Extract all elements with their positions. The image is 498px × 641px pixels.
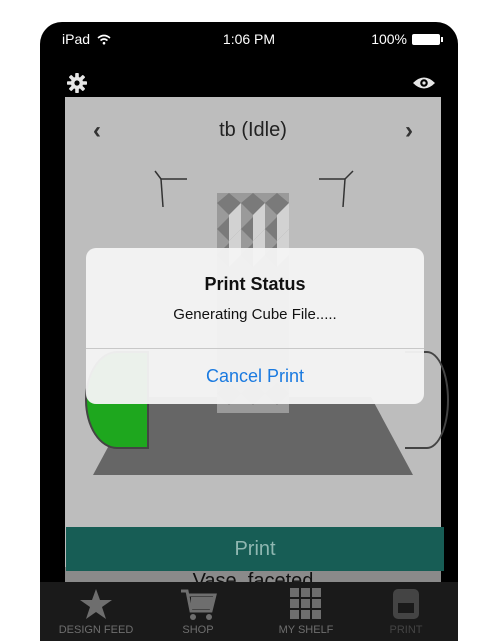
dialog-divider <box>86 348 424 349</box>
print-status-dialog: Print Status Generating Cube File..... C… <box>86 248 424 404</box>
dialog-message: Generating Cube File..... <box>173 306 337 323</box>
dialog-overlay: Print Status Generating Cube File..... C… <box>0 0 498 641</box>
dialog-title: Print Status <box>204 274 306 294</box>
cancel-print-button[interactable]: Cancel Print <box>86 366 424 387</box>
